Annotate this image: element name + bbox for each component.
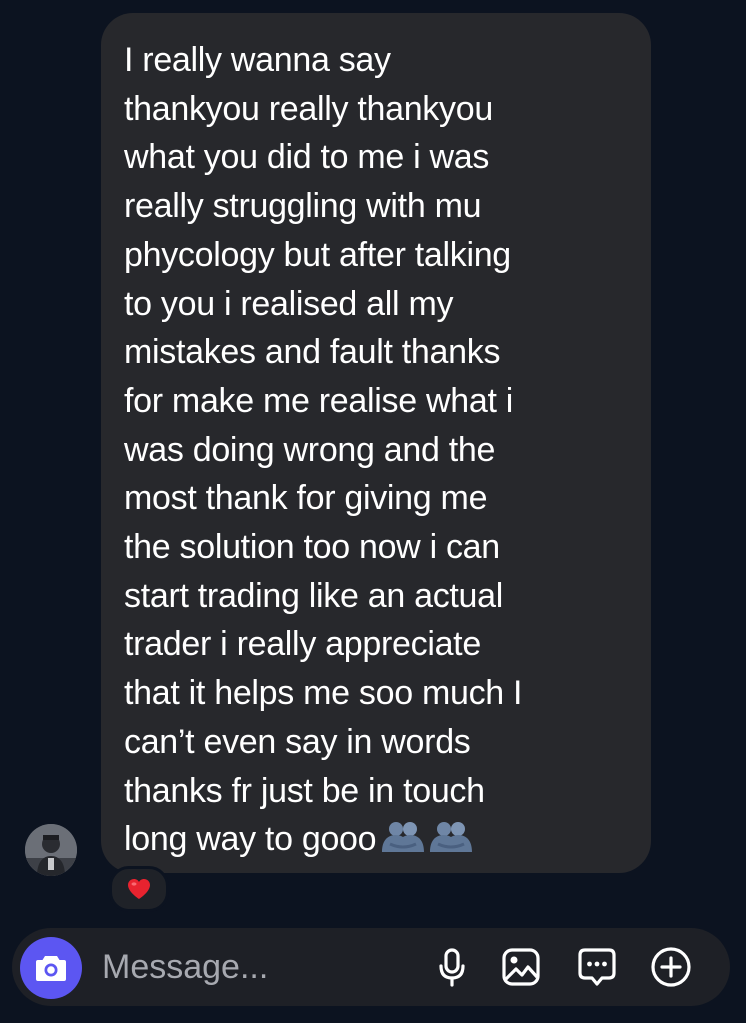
chat-bubble-icon <box>578 948 616 986</box>
more-button[interactable] <box>649 945 693 989</box>
message-composer: Message... <box>12 928 730 1006</box>
camera-icon <box>36 956 66 981</box>
message-body: I really wanna say thankyou really thank… <box>124 41 523 859</box>
sticker-button[interactable] <box>575 945 619 989</box>
message-input[interactable]: Message... <box>102 944 412 990</box>
people-hugging-emoji-icon <box>430 822 473 853</box>
red-heart-icon <box>128 879 150 899</box>
camera-button[interactable] <box>20 937 82 999</box>
message-text: I really wanna say thankyou really thank… <box>124 36 627 868</box>
gallery-button[interactable] <box>499 945 543 989</box>
microphone-button[interactable] <box>430 945 474 989</box>
message-bubble[interactable]: I really wanna say thankyou really thank… <box>101 13 651 873</box>
chat-screen: I really wanna say thankyou really thank… <box>0 0 746 1023</box>
heart-reaction[interactable] <box>109 866 169 912</box>
sender-avatar[interactable] <box>25 824 77 876</box>
image-icon <box>502 948 540 986</box>
hug-emoji-pair <box>380 819 476 868</box>
microphone-icon <box>439 948 465 987</box>
avatar-photo-icon <box>25 824 77 876</box>
plus-circle-icon <box>651 947 691 987</box>
people-hugging-emoji-icon <box>382 822 425 853</box>
